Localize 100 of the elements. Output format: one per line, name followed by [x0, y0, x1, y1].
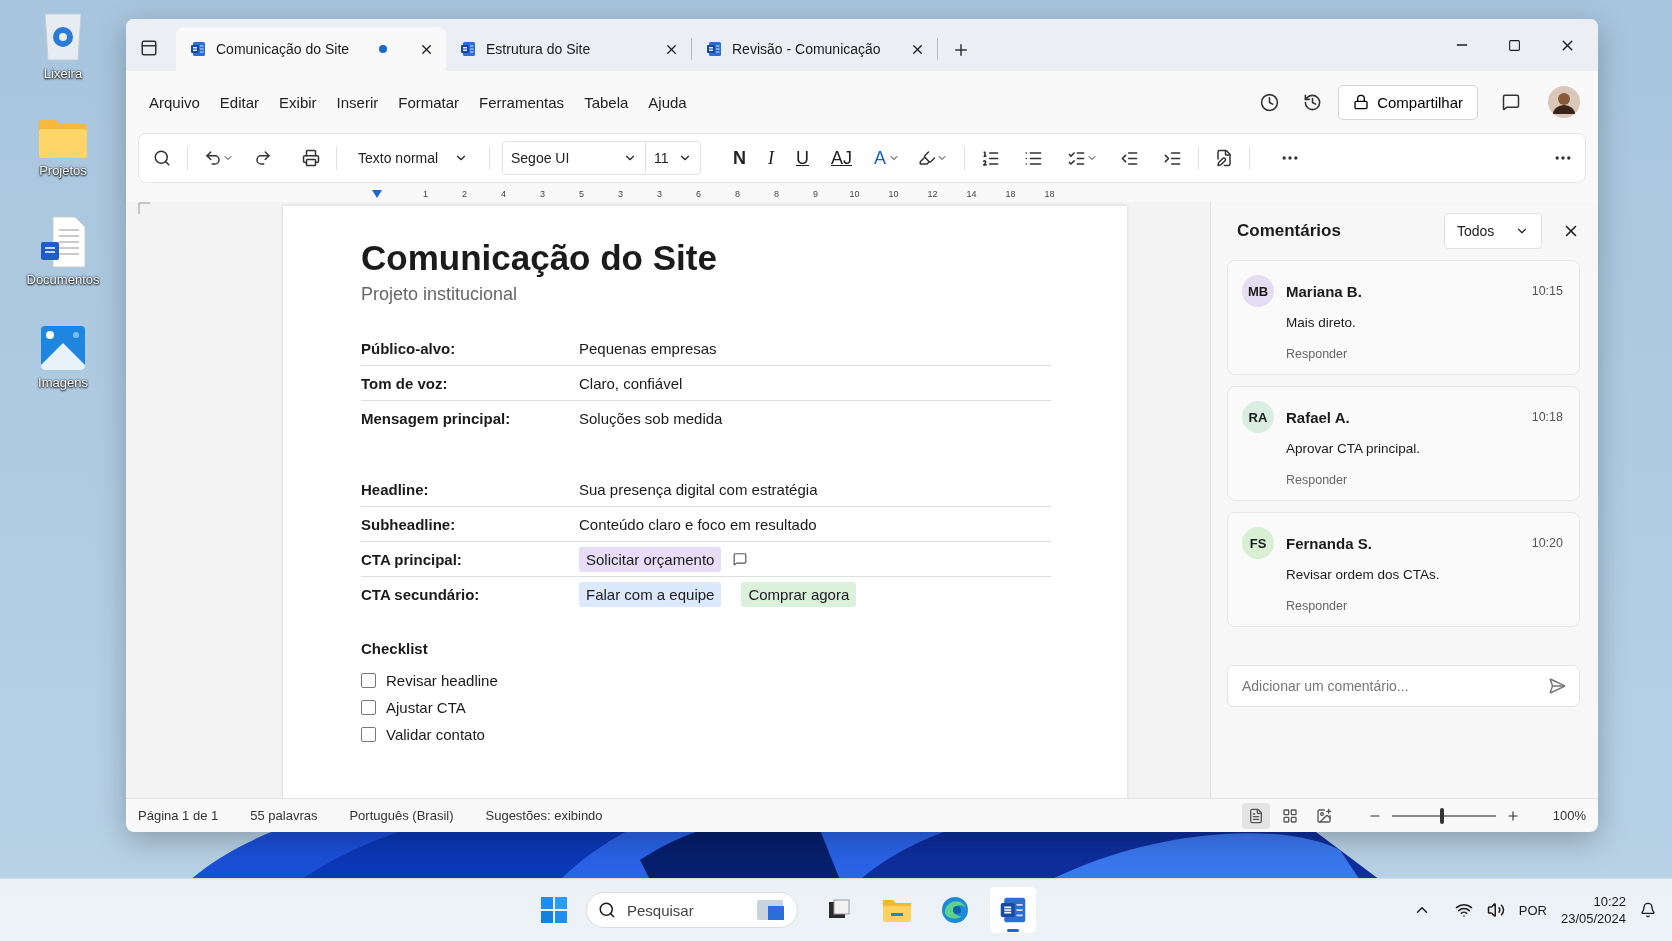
ruler-number: 14 — [965, 188, 978, 199]
field-value: Conteúdo claro e foco em resultado — [579, 515, 817, 533]
size-dropdown[interactable]: 11 — [645, 141, 701, 175]
comment-author: Fernanda S. — [1286, 534, 1373, 552]
share-button[interactable]: Compartilhar — [1338, 84, 1478, 120]
highlighter-icon[interactable] — [918, 149, 937, 167]
format-button[interactable]: N — [725, 143, 754, 173]
checklist-item-label: Ajustar CTA — [386, 699, 466, 716]
field-label: Mensagem principal: — [361, 409, 512, 427]
corner-mark-icon — [138, 202, 150, 214]
status-text: Português (Brasil) — [349, 808, 454, 823]
avatar: RA — [1242, 401, 1274, 433]
ruler-number: 3 — [539, 188, 546, 199]
menu-item[interactable]: Inserir — [327, 87, 388, 117]
indent-marker-icon[interactable] — [372, 189, 382, 198]
field-value: Soluções sob medida — [579, 409, 723, 427]
comment-text: Revisar ordem dos CTAs. — [1286, 567, 1441, 582]
zoom-thumb[interactable] — [1439, 807, 1444, 824]
menu-item[interactable]: Tabela — [575, 87, 638, 117]
ruler-number: 10 — [887, 188, 900, 199]
document-title: Comunicação do Site — [361, 238, 718, 278]
notification-icon[interactable] — [1640, 902, 1656, 918]
checkbox[interactable] — [361, 700, 376, 715]
field-value: Claro, confiável — [579, 374, 683, 392]
checkbox[interactable] — [361, 727, 376, 742]
comment-time: 10:15 — [1531, 284, 1563, 298]
document-icon — [190, 41, 206, 57]
menu-item[interactable]: Exibir — [270, 87, 326, 117]
ruler-number: 3 — [656, 188, 663, 199]
format-button[interactable]: A — [866, 143, 909, 173]
ruler-number: 12 — [926, 188, 939, 199]
menu-item[interactable]: Arquivo — [140, 87, 209, 117]
document-icon — [460, 41, 476, 57]
grid-view-icon — [1282, 807, 1298, 824]
ruler-number: 9 — [812, 188, 819, 199]
checklist-title: Checklist — [361, 640, 429, 657]
start-icon[interactable] — [540, 896, 568, 924]
filter-dropdown[interactable]: Todos — [1444, 213, 1542, 249]
comment-time: 10:18 — [1531, 410, 1563, 424]
zoom-in-icon[interactable] — [1506, 808, 1520, 823]
send-icon[interactable] — [1548, 677, 1566, 695]
field-label: Tom de voz: — [361, 374, 449, 392]
font-dropdown[interactable]: Segoe UI — [502, 141, 646, 175]
search-icon[interactable] — [598, 901, 616, 919]
menu-item[interactable]: Ferramentas — [470, 87, 574, 117]
comment-author: Rafael A. — [1286, 408, 1351, 426]
taskbar-app[interactable] — [990, 887, 1036, 933]
field-label: Headline: — [361, 480, 430, 498]
avatar[interactable] — [1548, 86, 1580, 118]
comment-text: Mais direto. — [1286, 315, 1357, 330]
ruler-number: 3 — [617, 188, 624, 199]
avatar: MB — [1242, 275, 1274, 307]
ruler-number: 18 — [1043, 188, 1056, 199]
format-button[interactable]: AJ — [823, 143, 860, 173]
language-indicator[interactable]: POR — [1518, 902, 1547, 918]
menu-item[interactable]: Editar — [210, 87, 269, 117]
ruler-number: 4 — [500, 188, 507, 199]
checkbox[interactable] — [361, 673, 376, 688]
ruler-number: 8 — [734, 188, 741, 199]
menu-item[interactable]: Ajuda — [639, 87, 696, 117]
taskbar-search-field[interactable]: Pesquisar — [586, 892, 798, 928]
format-button[interactable]: U — [788, 143, 817, 173]
maximize-icon[interactable] — [1508, 38, 1521, 52]
reply-link[interactable]: Responder — [1286, 347, 1348, 361]
panel-title: Comentários — [1236, 221, 1342, 241]
zoom-reading: 100% — [1551, 808, 1586, 823]
ruler-number: 1 — [422, 188, 429, 199]
folder-icon — [882, 897, 912, 923]
comment-text: Aprovar CTA principal. — [1286, 441, 1422, 456]
clock-time[interactable]: 10:22 — [1593, 893, 1626, 910]
lock-icon — [1353, 94, 1370, 110]
wifi-icon[interactable] — [1454, 901, 1473, 919]
folder-icon — [38, 119, 88, 159]
document-tab[interactable]: Revisão - Comunicação — [692, 27, 937, 71]
checklist-item-label: Validar contato — [386, 726, 485, 743]
reply-link[interactable]: Responder — [1286, 473, 1348, 487]
view-button[interactable] — [1242, 802, 1270, 829]
document-tab[interactable]: Estrutura do Site — [446, 27, 691, 71]
field-label: CTA principal: — [361, 550, 463, 568]
image-view-icon — [1316, 807, 1332, 824]
format-button[interactable]: I — [760, 143, 782, 173]
comment-author: Mariana B. — [1286, 282, 1363, 300]
undo-icon[interactable] — [204, 149, 222, 167]
volume-icon[interactable] — [1486, 901, 1505, 919]
comment-field[interactable]: Adicionar um comentário... — [1227, 665, 1580, 707]
recycle-bin-icon — [41, 10, 85, 62]
document-subtitle: Projeto institucional — [361, 284, 519, 305]
status-text: Página 1 de 1 — [138, 808, 219, 823]
field-label: Público-alvo: — [361, 339, 457, 357]
reply-link[interactable]: Responder — [1286, 599, 1348, 613]
page-view-icon — [1248, 807, 1264, 824]
plus-icon[interactable] — [952, 41, 970, 59]
document-tab[interactable]: Comunicação do Site — [176, 27, 446, 71]
ruler-number: 2 — [461, 188, 468, 199]
image-icon — [40, 325, 86, 371]
document-icon — [706, 41, 722, 57]
clock-date[interactable]: 23/05/2024 — [1560, 910, 1626, 927]
menu-item[interactable]: Formatar — [389, 87, 469, 117]
ruler-number: 18 — [1004, 188, 1017, 199]
field-label: CTA secundário: — [361, 585, 481, 603]
